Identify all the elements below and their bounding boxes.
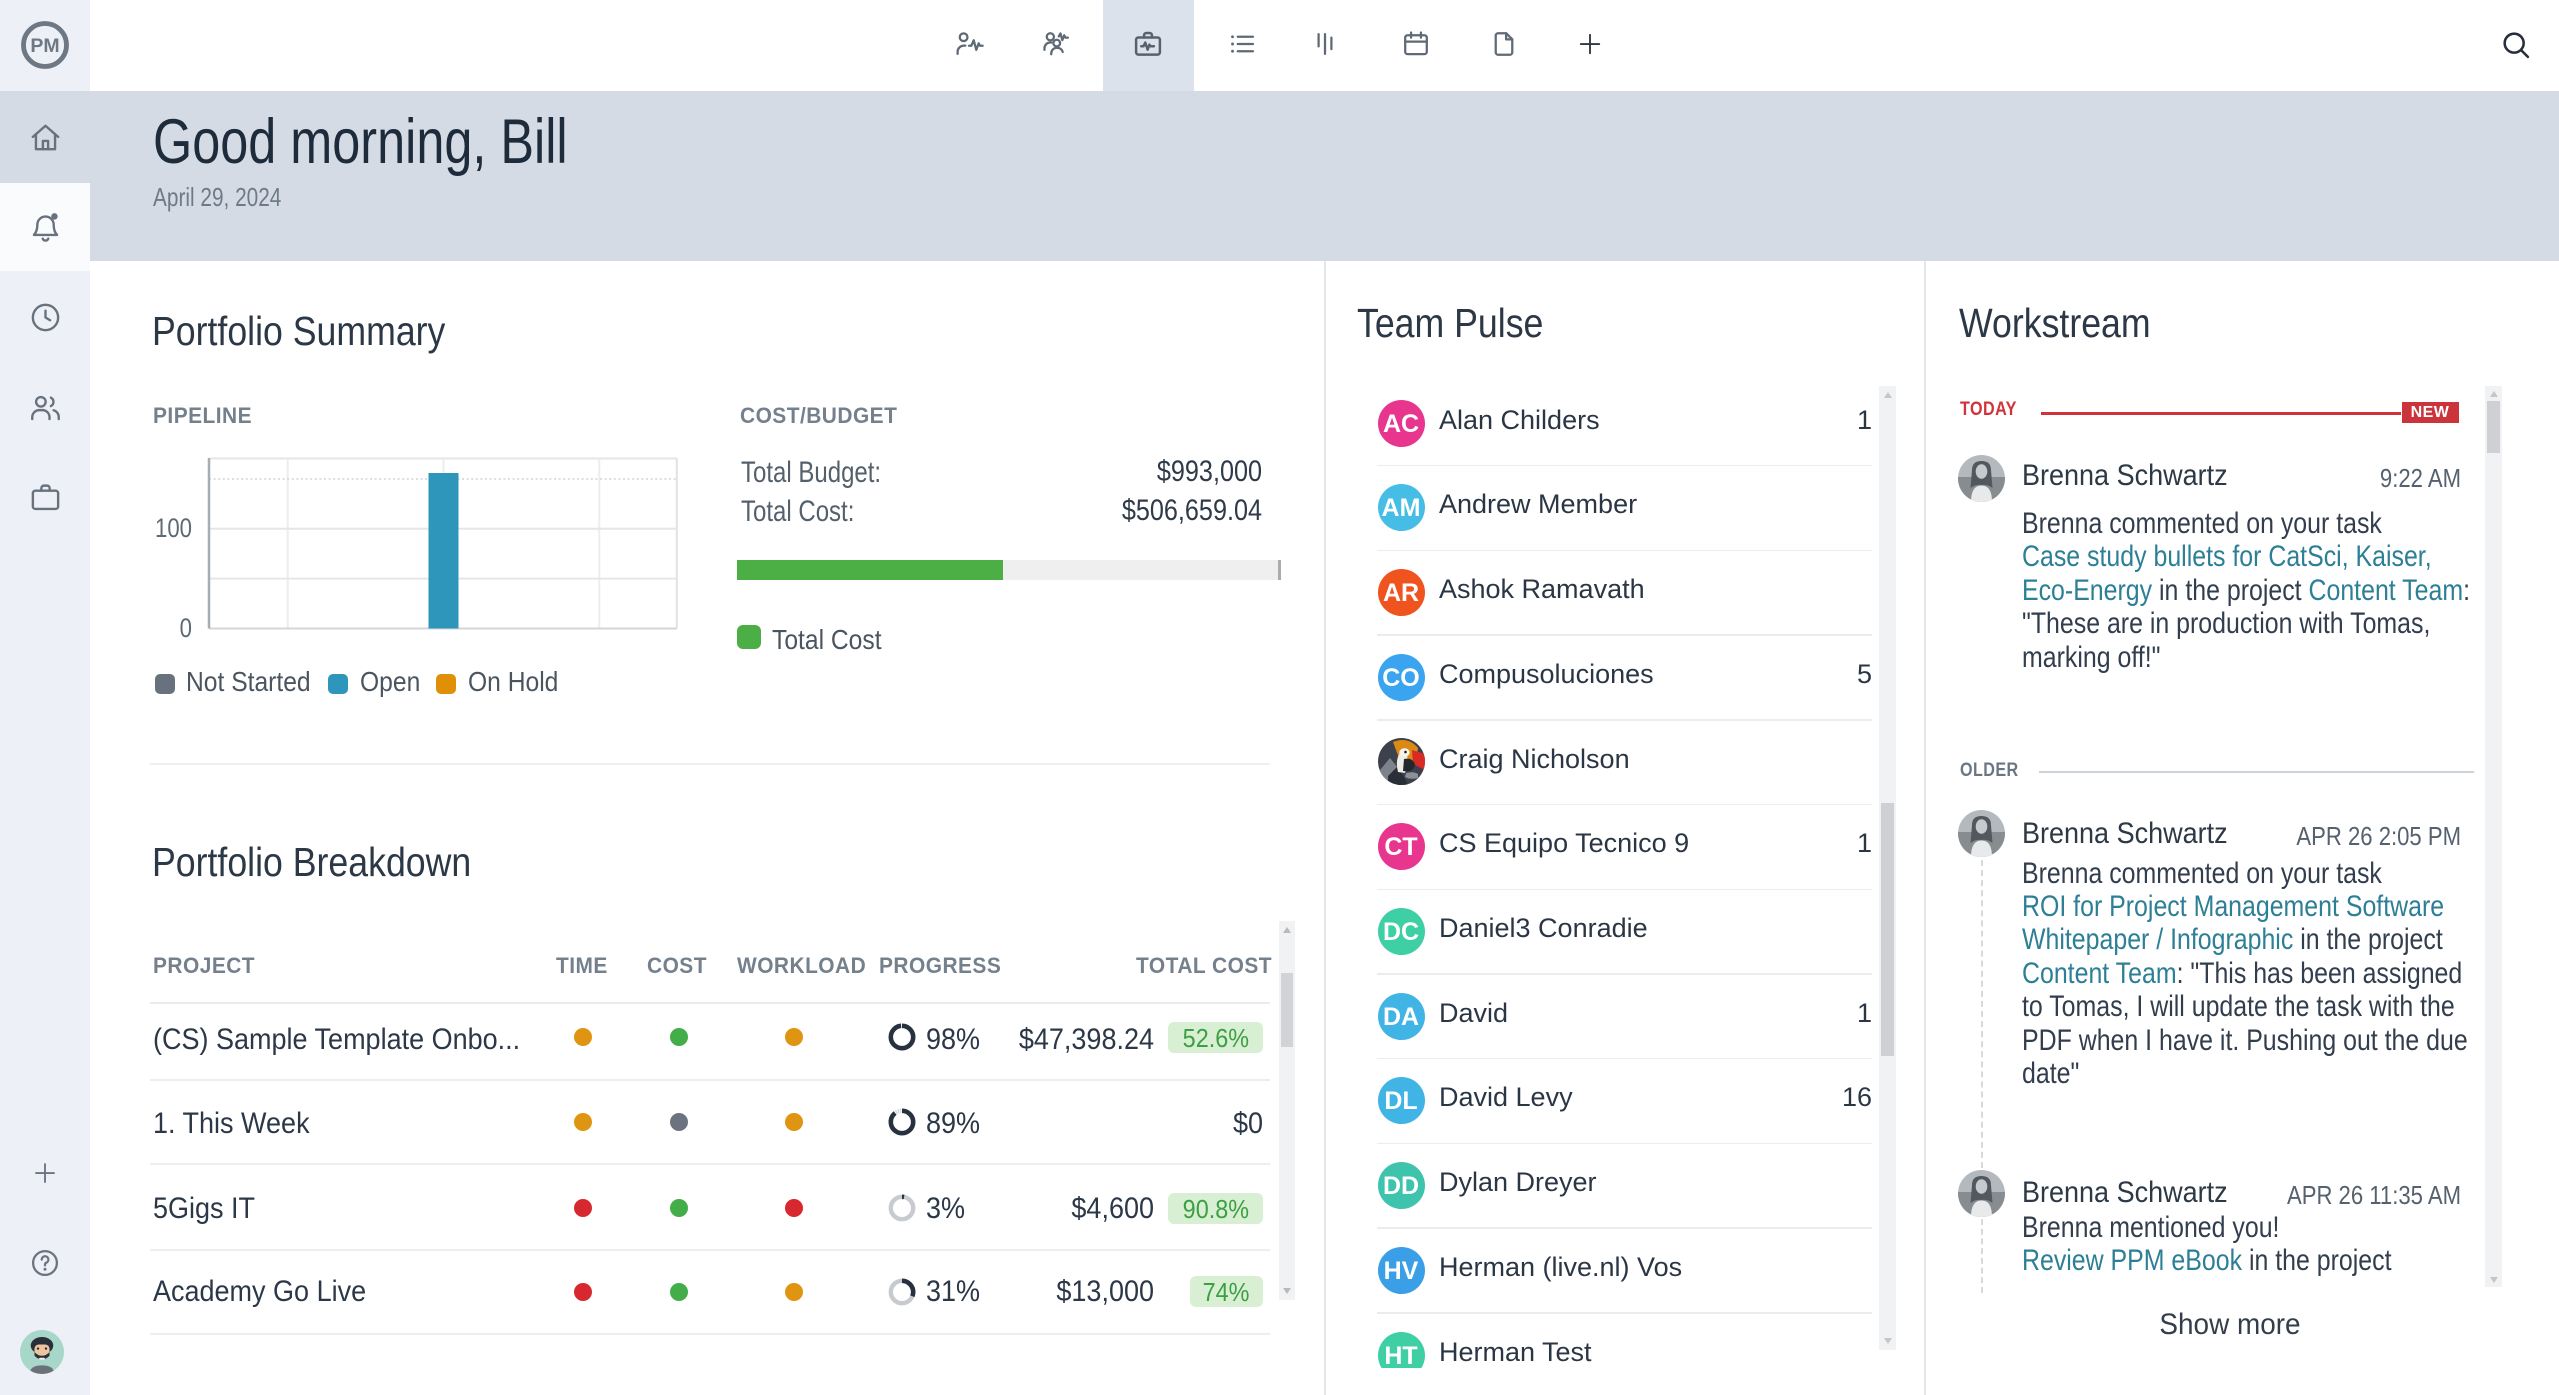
svg-text:PM: PM — [30, 35, 59, 57]
